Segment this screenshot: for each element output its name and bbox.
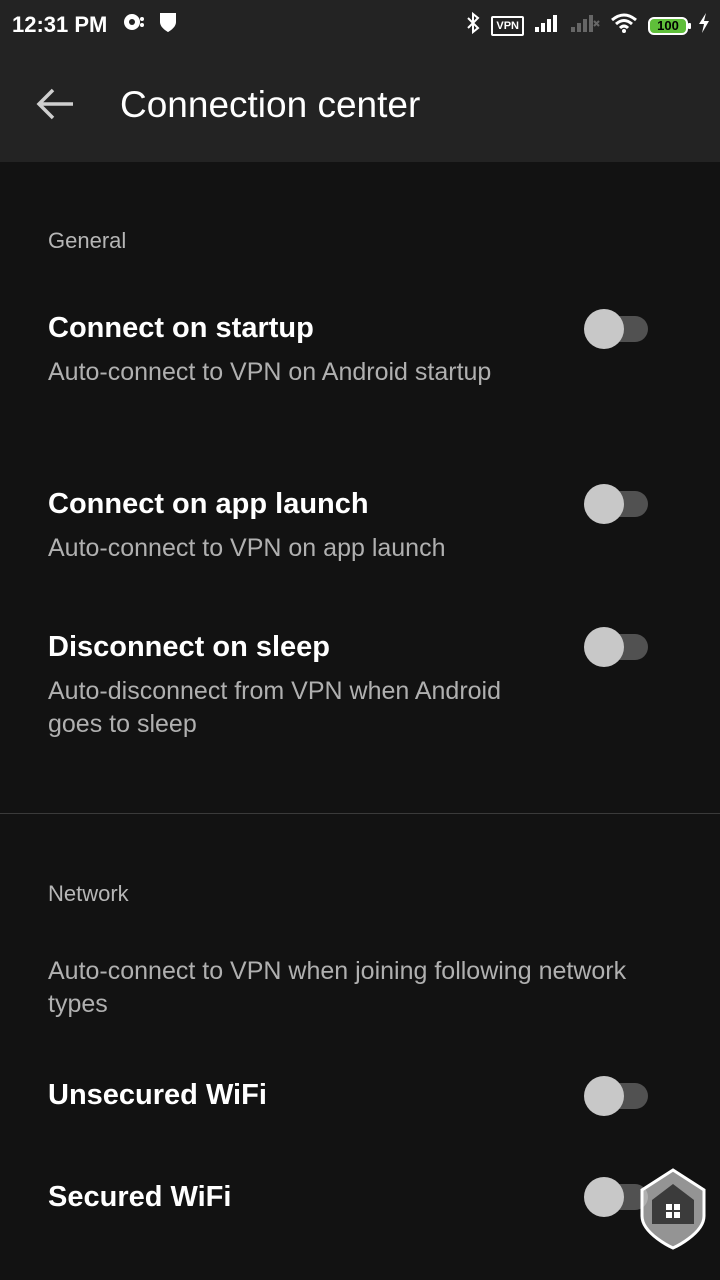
setting-title: Connect on startup: [48, 312, 314, 344]
setting-title: Secured WiFi: [48, 1181, 232, 1213]
setting-title: Connect on app launch: [48, 488, 369, 520]
toggle-thumb: [584, 627, 624, 667]
bluetooth-icon: [465, 11, 481, 40]
toggle-thumb: [584, 309, 624, 349]
setting-description: Auto-disconnect from VPN when Android go…: [48, 677, 502, 738]
house-shield-watermark-icon: [638, 1166, 708, 1250]
charging-icon: [698, 12, 710, 39]
shield-icon: [158, 11, 178, 38]
setting-description: Auto-connect to VPN on app launch: [48, 534, 446, 562]
battery-icon: 100: [648, 16, 691, 35]
section-header-network: Network: [48, 881, 129, 906]
toggle-thumb: [584, 1076, 624, 1116]
toggle-thumb: [584, 1177, 624, 1217]
setting-title: Unsecured WiFi: [48, 1079, 267, 1111]
network-description: Auto-connect to VPN when joining followi…: [48, 957, 627, 1018]
wifi-icon: [610, 12, 638, 39]
back-button[interactable]: [34, 86, 76, 126]
notification-icon: [122, 11, 146, 38]
vpn-badge: VPN: [491, 15, 524, 36]
toggle-connect-on-app-launch[interactable]: [584, 484, 652, 524]
signal-weak-icon: [570, 13, 600, 38]
toggle-connect-on-startup[interactable]: [584, 309, 652, 349]
status-bar: 12:31 PM VPN 100: [0, 0, 720, 50]
page-title: Connection center: [120, 84, 421, 125]
section-divider: [0, 813, 720, 814]
setting-title: Disconnect on sleep: [48, 631, 331, 663]
signal-icon: [534, 13, 560, 38]
toggle-thumb: [584, 484, 624, 524]
setting-description: Auto-connect to VPN on Android startup: [48, 358, 492, 386]
status-time: 12:31 PM: [12, 12, 108, 37]
app-bar: Connection center: [0, 50, 720, 162]
section-header-general: General: [48, 228, 127, 253]
toggle-unsecured-wifi[interactable]: [584, 1076, 652, 1116]
toggle-disconnect-on-sleep[interactable]: [584, 627, 652, 667]
arrow-left-icon: [35, 87, 75, 126]
